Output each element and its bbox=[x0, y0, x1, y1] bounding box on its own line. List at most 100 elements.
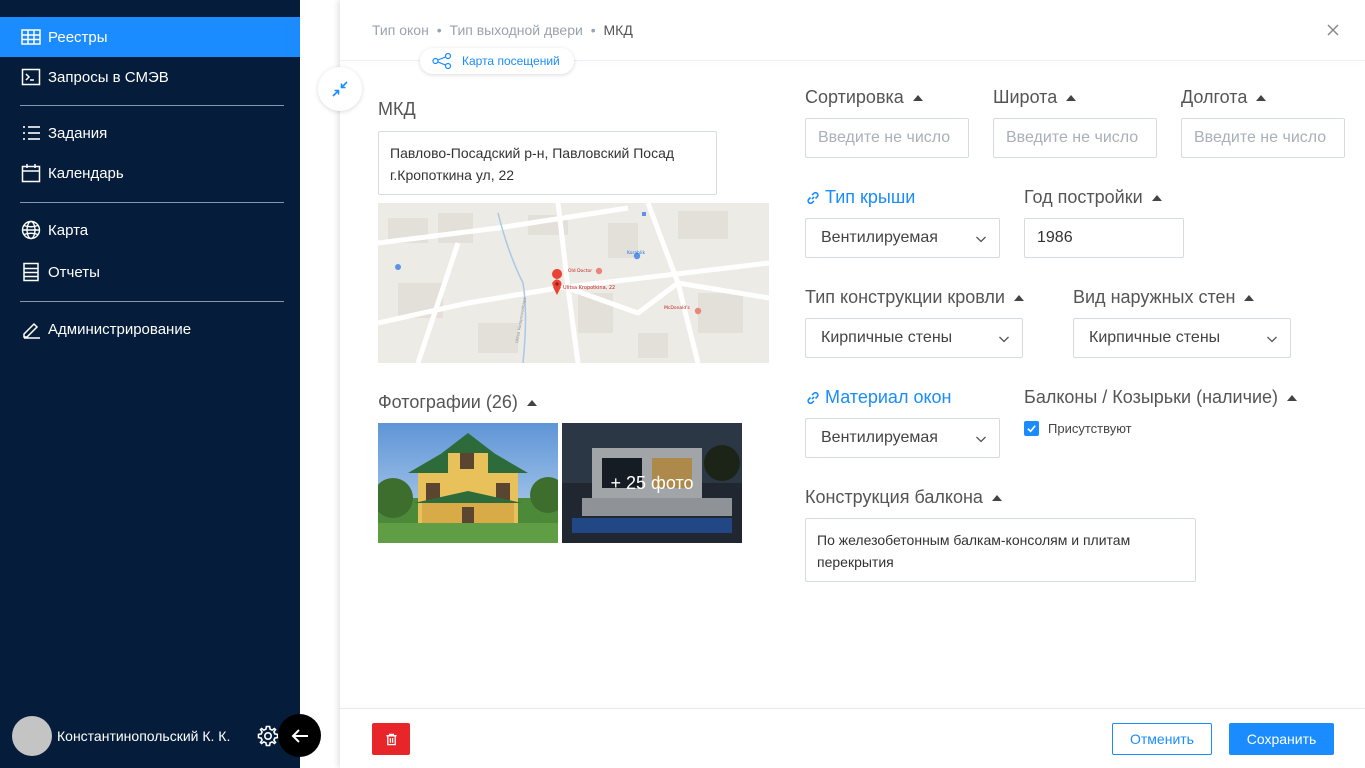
link-icon bbox=[807, 191, 819, 204]
visit-map-button[interactable]: Карта посещений bbox=[420, 48, 574, 74]
balcony-construction-field[interactable]: По железобетонным балкам-консолям и плит… bbox=[805, 518, 1196, 582]
balcony-construction-label: Конструкция балкона bbox=[805, 487, 1002, 508]
chevron-down-icon bbox=[976, 436, 986, 443]
breadcrumb: Тип окон • Тип выходной двери • МКД bbox=[372, 22, 633, 38]
save-button[interactable]: Сохранить bbox=[1229, 723, 1334, 755]
latitude-label: Широта bbox=[993, 87, 1077, 108]
window-material-select[interactable]: Вентилируемая bbox=[805, 418, 1000, 458]
map-poi: Korablik bbox=[627, 250, 645, 256]
photo-thumbnail[interactable] bbox=[378, 423, 558, 543]
photo-thumbnail-more[interactable]: + 25 фото bbox=[562, 423, 742, 543]
globe-icon bbox=[20, 219, 42, 241]
chevron-down-icon bbox=[976, 236, 986, 243]
sidebar-item-reports[interactable]: Отчеты bbox=[0, 252, 300, 292]
roof-construction-select[interactable]: Кирпичные стены bbox=[805, 318, 1023, 358]
outer-walls-select[interactable]: Кирпичные стены bbox=[1073, 318, 1291, 358]
sidebar-item-smev-requests[interactable]: Запросы в СМЭВ bbox=[0, 57, 300, 97]
shrink-panel-button[interactable] bbox=[318, 67, 362, 111]
object-panel: Тип окон • Тип выходной двери • МКД Карт… bbox=[318, 0, 1365, 768]
more-photos-overlay: + 25 фото bbox=[562, 423, 742, 543]
sidebar-item-label: Календарь bbox=[48, 164, 124, 182]
caret-up-icon[interactable] bbox=[526, 399, 537, 406]
year-built-input[interactable]: 1986 bbox=[1024, 218, 1184, 258]
caret-up-icon[interactable] bbox=[1014, 294, 1024, 301]
breadcrumb-separator: • bbox=[436, 22, 442, 38]
year-built-label: Год постройки bbox=[1024, 187, 1162, 208]
sidebar-divider bbox=[20, 301, 284, 302]
latitude-input[interactable]: Введите не число bbox=[993, 118, 1157, 158]
gear-icon[interactable] bbox=[256, 724, 280, 748]
sort-input[interactable]: Введите не число bbox=[805, 118, 969, 158]
location-map[interactable]: Ulitsa Kropotkina, 22 Old Doctor Korabli… bbox=[378, 203, 769, 363]
user-profile[interactable]: Константинопольский К. К. bbox=[12, 716, 230, 756]
caret-up-icon[interactable] bbox=[1066, 94, 1077, 101]
breadcrumb-item[interactable]: Тип окон bbox=[372, 22, 429, 38]
user-name: Константинопольский К. К. bbox=[57, 728, 231, 744]
sidebar-item-label: Реестры bbox=[48, 28, 108, 46]
breadcrumb-separator: • bbox=[590, 22, 596, 38]
content-gap bbox=[300, 0, 340, 768]
close-icon[interactable] bbox=[1323, 20, 1343, 40]
balconies-label: Балконы / Козырьки (наличие) bbox=[1024, 387, 1298, 408]
map-poi: Old Doctor bbox=[568, 268, 592, 274]
map-pin-label: Ulitsa Kropotkina, 22 bbox=[563, 285, 615, 291]
pen-icon bbox=[20, 318, 42, 340]
caret-up-icon[interactable] bbox=[1244, 294, 1255, 301]
balconies-checkbox-row[interactable]: Присутствуют bbox=[1024, 421, 1132, 436]
house-photo bbox=[378, 423, 558, 543]
table-icon bbox=[20, 26, 42, 48]
map-graphic: Ulitsa Kropotkina, 22 Old Doctor Korabli… bbox=[378, 203, 769, 363]
sidebar-item-administration[interactable]: Администрирование bbox=[0, 309, 300, 349]
sort-label: Сортировка bbox=[805, 87, 923, 108]
calendar-icon bbox=[20, 162, 42, 184]
sidebar-divider bbox=[20, 202, 284, 203]
sidebar-item-label: Карта bbox=[48, 221, 89, 239]
share-nodes-icon bbox=[432, 53, 452, 69]
breadcrumb-item[interactable]: Тип выходной двери bbox=[450, 22, 583, 38]
roof-type-select[interactable]: Вентилируемая bbox=[805, 218, 1000, 258]
collapse-sidebar-button[interactable] bbox=[278, 714, 321, 757]
address-field[interactable]: Павлово-Посадский р-н, Павловский Посад … bbox=[378, 131, 717, 195]
longitude-label: Долгота bbox=[1181, 87, 1267, 108]
terminal-icon bbox=[20, 66, 42, 88]
longitude-input[interactable]: Введите не число bbox=[1181, 118, 1345, 158]
map-poi: McDonald's bbox=[664, 305, 691, 311]
cancel-button[interactable]: Отменить bbox=[1112, 723, 1212, 755]
list-icon bbox=[20, 122, 42, 144]
sidebar-item-label: Администрирование bbox=[48, 320, 192, 338]
balconies-checkbox[interactable] bbox=[1024, 421, 1039, 436]
sidebar-item-label: Задания bbox=[48, 124, 108, 142]
window-material-label[interactable]: Материал окон bbox=[805, 387, 951, 408]
caret-up-icon[interactable] bbox=[1256, 94, 1267, 101]
photos-label: Фотографии (26) bbox=[378, 392, 537, 413]
sidebar-item-tasks[interactable]: Задания bbox=[0, 113, 300, 153]
balconies-checkbox-label: Присутствуют bbox=[1048, 421, 1132, 436]
breadcrumb-current: МКД bbox=[603, 22, 633, 38]
roof-type-label[interactable]: Тип крыши bbox=[805, 187, 915, 208]
caret-up-icon[interactable] bbox=[1151, 194, 1162, 201]
caret-up-icon[interactable] bbox=[912, 94, 923, 101]
chevron-down-icon bbox=[1267, 336, 1277, 343]
check-icon bbox=[1027, 425, 1036, 433]
arrow-left-icon bbox=[291, 728, 308, 743]
mkd-label: МКД bbox=[378, 99, 416, 119]
footer-divider bbox=[340, 708, 1365, 709]
visit-map-label: Карта посещений bbox=[462, 54, 560, 68]
link-icon bbox=[807, 391, 819, 404]
sidebar-item-label: Отчеты bbox=[48, 263, 100, 281]
sidebar-item-map[interactable]: Карта bbox=[0, 210, 300, 250]
chevron-down-icon bbox=[999, 336, 1009, 343]
avatar bbox=[12, 716, 52, 756]
caret-up-icon[interactable] bbox=[991, 494, 1002, 501]
sidebar-divider bbox=[20, 105, 284, 106]
sidebar-item-calendar[interactable]: Календарь bbox=[0, 153, 300, 193]
sidebar-item-label: Запросы в СМЭВ bbox=[48, 68, 169, 86]
delete-button[interactable] bbox=[372, 723, 410, 755]
roof-construction-label: Тип конструкции кровли bbox=[805, 287, 1024, 308]
report-icon bbox=[20, 261, 42, 283]
trash-icon bbox=[385, 733, 397, 745]
outer-walls-label: Вид наружных стен bbox=[1073, 287, 1255, 308]
sidebar: Реестры Запросы в СМЭВ Задания Календарь… bbox=[0, 0, 300, 768]
caret-up-icon[interactable] bbox=[1287, 394, 1298, 401]
sidebar-item-registries[interactable]: Реестры bbox=[0, 17, 300, 57]
